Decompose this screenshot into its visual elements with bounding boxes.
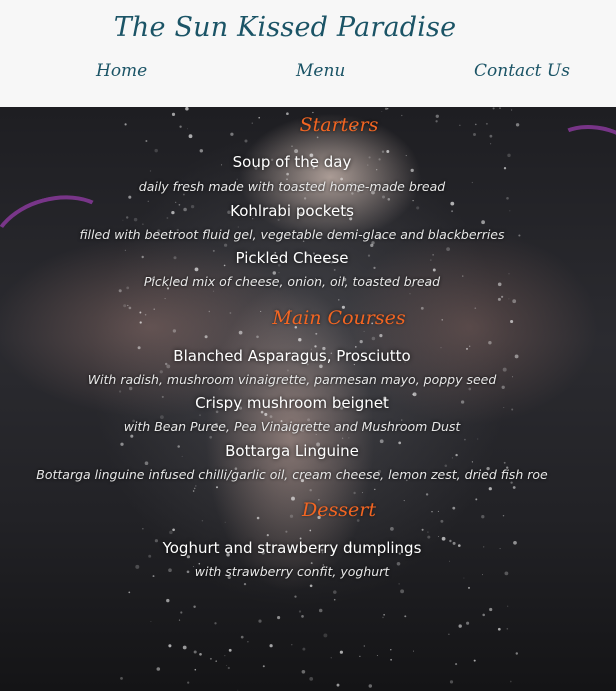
dish-name: Pickled Cheese bbox=[235, 249, 349, 267]
dish-name: Soup of the day bbox=[232, 153, 352, 171]
dish-name: Blanched Asparagus, Prosciutto bbox=[173, 347, 411, 365]
menu-content: Starters Soup of the day daily fresh mad… bbox=[0, 107, 616, 691]
dish-description: filled with beetroot fluid gel, vegetabl… bbox=[79, 227, 505, 242]
section-title-starters: Starters bbox=[299, 114, 379, 136]
dish-name: Crispy mushroom beignet bbox=[195, 394, 389, 412]
dish-name: Kohlrabi pockets bbox=[230, 202, 354, 220]
nav-link-contact-us[interactable]: Contact Us bbox=[474, 61, 570, 81]
site-header: The Sun Kissed Paradise Home Menu Contac… bbox=[0, 0, 616, 107]
dish-description: daily fresh made with toasted home-made … bbox=[138, 179, 446, 194]
dish-name: Yoghurt and strawberry dumplings bbox=[162, 539, 422, 557]
nav-link-home[interactable]: Home bbox=[96, 61, 147, 81]
dish-description: with Bean Puree, Pea Vinaigrette and Mus… bbox=[123, 419, 461, 434]
dish-description: With radish, mushroom vinaigrette, parme… bbox=[87, 372, 497, 387]
site-title: The Sun Kissed Paradise bbox=[113, 12, 457, 43]
dish-description: with strawberry confit, yoghurt bbox=[194, 564, 390, 579]
dish-name: Bottarga Linguine bbox=[225, 442, 359, 460]
section-title-main-courses: Main Courses bbox=[272, 307, 406, 329]
dish-description: Bottarga linguine infused chilli/garlic … bbox=[36, 467, 548, 482]
section-title-dessert: Dessert bbox=[302, 499, 376, 521]
dish-description: Pickled mix of cheese, onion, oil, toast… bbox=[143, 274, 441, 289]
nav-link-menu[interactable]: Menu bbox=[296, 61, 345, 81]
